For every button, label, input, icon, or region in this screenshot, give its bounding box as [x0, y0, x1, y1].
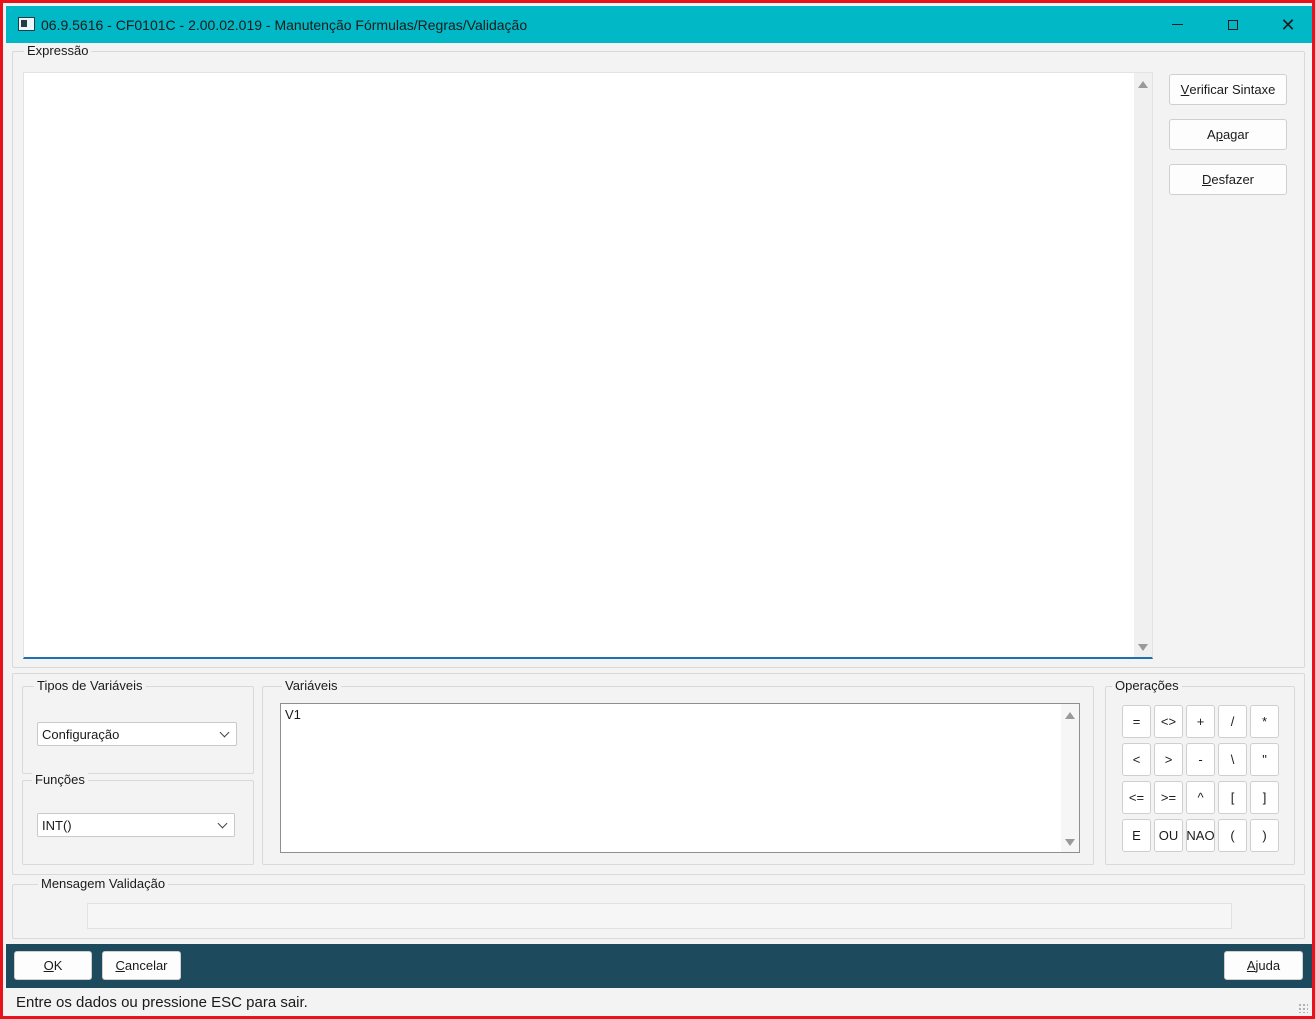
variaveis-legend: Variáveis	[282, 678, 341, 693]
op-minus-button[interactable]: -	[1186, 743, 1215, 776]
close-button[interactable]: ✕	[1260, 6, 1315, 43]
status-text: Entre os dados ou pressione ESC para sai…	[16, 994, 308, 1011]
verificar-label: erificar Sintaxe	[1189, 82, 1276, 97]
funcoes-select[interactable]: INT()	[37, 813, 235, 837]
minimize-button[interactable]	[1149, 6, 1205, 43]
ok-mnemonic: O	[43, 958, 54, 973]
maximize-button[interactable]	[1205, 6, 1261, 43]
op-close-paren-button[interactable]: )	[1250, 819, 1279, 852]
tipos-variaveis-group: Tipos de Variáveis Configuração	[22, 678, 254, 774]
ajuda-mnemonic: A	[1246, 958, 1256, 973]
ajuda-label: juda	[1255, 958, 1281, 973]
apagar-mnemonic: p	[1215, 127, 1223, 142]
op-greater-than-button[interactable]: >	[1154, 743, 1183, 776]
apagar-label-end: agar	[1222, 127, 1249, 142]
list-item[interactable]: V1	[285, 707, 301, 722]
op-open-paren-button[interactable]: (	[1218, 819, 1247, 852]
operacoes-group: Operações = <> + / * < > - \ " <= >= ^ […	[1105, 678, 1295, 865]
verificar-sintaxe-button[interactable]: Verificar Sintaxe	[1169, 74, 1287, 105]
ok-button[interactable]: OK	[14, 951, 92, 980]
resize-grip-icon[interactable]	[1298, 1003, 1308, 1013]
op-less-than-button[interactable]: <	[1122, 743, 1151, 776]
scroll-up-icon[interactable]	[1138, 81, 1148, 88]
apagar-label-start: A	[1207, 127, 1216, 142]
app-window: 06.9.5616 - CF0101C - 2.00.02.019 - Manu…	[0, 0, 1315, 1019]
ajuda-button[interactable]: Ajuda	[1224, 951, 1303, 980]
expressao-legend: Expressão	[24, 43, 92, 58]
cancelar-button[interactable]: Cancelar	[102, 951, 181, 980]
minimize-icon	[1171, 24, 1183, 25]
title-bar[interactable]: 06.9.5616 - CF0101C - 2.00.02.019 - Manu…	[6, 6, 1312, 43]
desfazer-label: esfazer	[1211, 172, 1255, 187]
op-power-button[interactable]: ^	[1186, 781, 1215, 814]
op-and-button[interactable]: E	[1122, 819, 1151, 852]
funcoes-legend: Funções	[32, 772, 88, 787]
desfazer-mnemonic: D	[1201, 172, 1212, 187]
tipos-variaveis-legend: Tipos de Variáveis	[34, 678, 146, 693]
variaveis-group: Variáveis V1	[262, 678, 1094, 865]
mensagem-validacao-legend: Mensagem Validação	[38, 876, 169, 891]
op-close-bracket-button[interactable]: ]	[1250, 781, 1279, 814]
scroll-down-icon[interactable]	[1138, 644, 1148, 651]
tipos-variaveis-value: Configuração	[42, 726, 120, 742]
op-open-bracket-button[interactable]: [	[1218, 781, 1247, 814]
expressao-textarea[interactable]	[23, 72, 1153, 659]
operacoes-legend: Operações	[1112, 678, 1182, 693]
op-not-equal-button[interactable]: <>	[1154, 705, 1183, 738]
op-greater-equal-button[interactable]: >=	[1154, 781, 1183, 814]
op-equals-button[interactable]: =	[1122, 705, 1151, 738]
op-or-button[interactable]: OU	[1154, 819, 1183, 852]
ok-label: K	[53, 958, 63, 973]
apagar-button[interactable]: Ap agar	[1169, 119, 1287, 150]
window-title: 06.9.5616 - CF0101C - 2.00.02.019 - Manu…	[41, 17, 528, 33]
status-bar: Entre os dados ou pressione ESC para sai…	[6, 988, 1312, 1016]
op-plus-button[interactable]: +	[1186, 705, 1215, 738]
variaveis-list[interactable]: V1	[280, 703, 1080, 853]
cancelar-label: ancelar	[124, 958, 168, 973]
mensagem-validacao-field	[87, 903, 1232, 929]
variaveis-scrollbar[interactable]	[1061, 704, 1079, 852]
close-icon: ✕	[1280, 14, 1296, 35]
op-backslash-button[interactable]: \	[1218, 743, 1247, 776]
funcoes-group: Funções INT()	[22, 772, 254, 865]
scroll-down-icon[interactable]	[1065, 839, 1075, 846]
footer-button-bar: OK Cancelar Ajuda	[6, 944, 1312, 988]
desfazer-button[interactable]: Desfazer	[1169, 164, 1287, 195]
cancelar-mnemonic: C	[115, 958, 125, 973]
op-divide-button[interactable]: /	[1218, 705, 1247, 738]
tipos-variaveis-select[interactable]: Configuração	[37, 722, 237, 746]
op-less-equal-button[interactable]: <=	[1122, 781, 1151, 814]
chevron-down-icon	[219, 727, 230, 738]
expressao-scrollbar[interactable]	[1134, 73, 1152, 657]
expressao-group: Expressão Verificar Sintaxe Ap agar Desfa…	[12, 43, 1305, 668]
op-quote-button[interactable]: "	[1250, 743, 1279, 776]
maximize-icon	[1228, 19, 1238, 30]
funcoes-value: INT()	[42, 817, 72, 833]
app-window-icon	[18, 17, 35, 31]
chevron-down-icon	[217, 818, 228, 829]
op-multiply-button[interactable]: *	[1250, 705, 1279, 738]
scroll-up-icon[interactable]	[1065, 712, 1075, 719]
verificar-mnemonic: V	[1180, 82, 1190, 97]
op-not-button[interactable]: NAO	[1186, 819, 1215, 852]
